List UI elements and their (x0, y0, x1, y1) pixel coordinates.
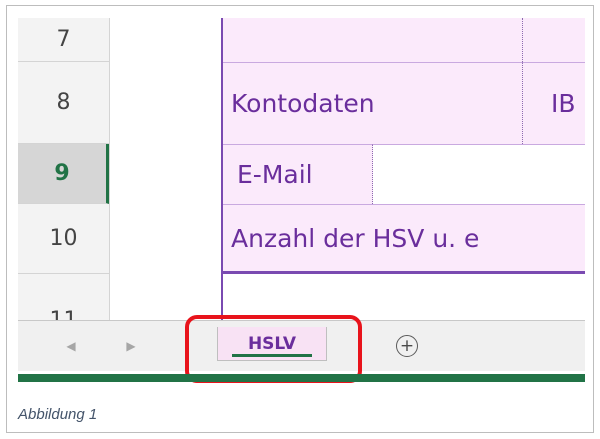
red-highlight-box (185, 315, 362, 383)
row-header-8[interactable]: 8 (18, 62, 109, 144)
cell-iban-label[interactable]: IB (523, 62, 585, 144)
scroll-sheets-left-icon[interactable]: ◀ (62, 337, 80, 355)
status-bar-accent (18, 374, 585, 382)
cell-anzahl-label[interactable]: Anzahl der HSV u. e (223, 204, 585, 274)
cell-row11[interactable] (223, 274, 585, 320)
add-sheet-icon[interactable]: + (396, 335, 418, 357)
column-a-cells[interactable] (110, 18, 223, 320)
row-header-column: 7 8 9 10 11 (18, 18, 110, 320)
cell-row7-b[interactable] (223, 18, 523, 62)
row-header-11[interactable]: 11 (18, 274, 109, 320)
cell-kontodaten[interactable]: Kontodaten (223, 62, 523, 144)
row-header-7[interactable]: 7 (18, 18, 109, 62)
spreadsheet-grid: 7 8 9 10 11 Kontodaten IB E-Mail Anzahl … (18, 18, 585, 320)
cell-email-value[interactable] (373, 144, 585, 204)
cell-row7-c[interactable] (523, 18, 585, 62)
cell-email-label[interactable]: E-Mail (223, 144, 373, 204)
scroll-sheets-right-icon[interactable]: ▶ (122, 337, 140, 355)
row-header-9-selected[interactable]: 9 (18, 144, 109, 204)
row-header-10[interactable]: 10 (18, 204, 109, 274)
figure-caption: Abbildung 1 (18, 406, 98, 423)
